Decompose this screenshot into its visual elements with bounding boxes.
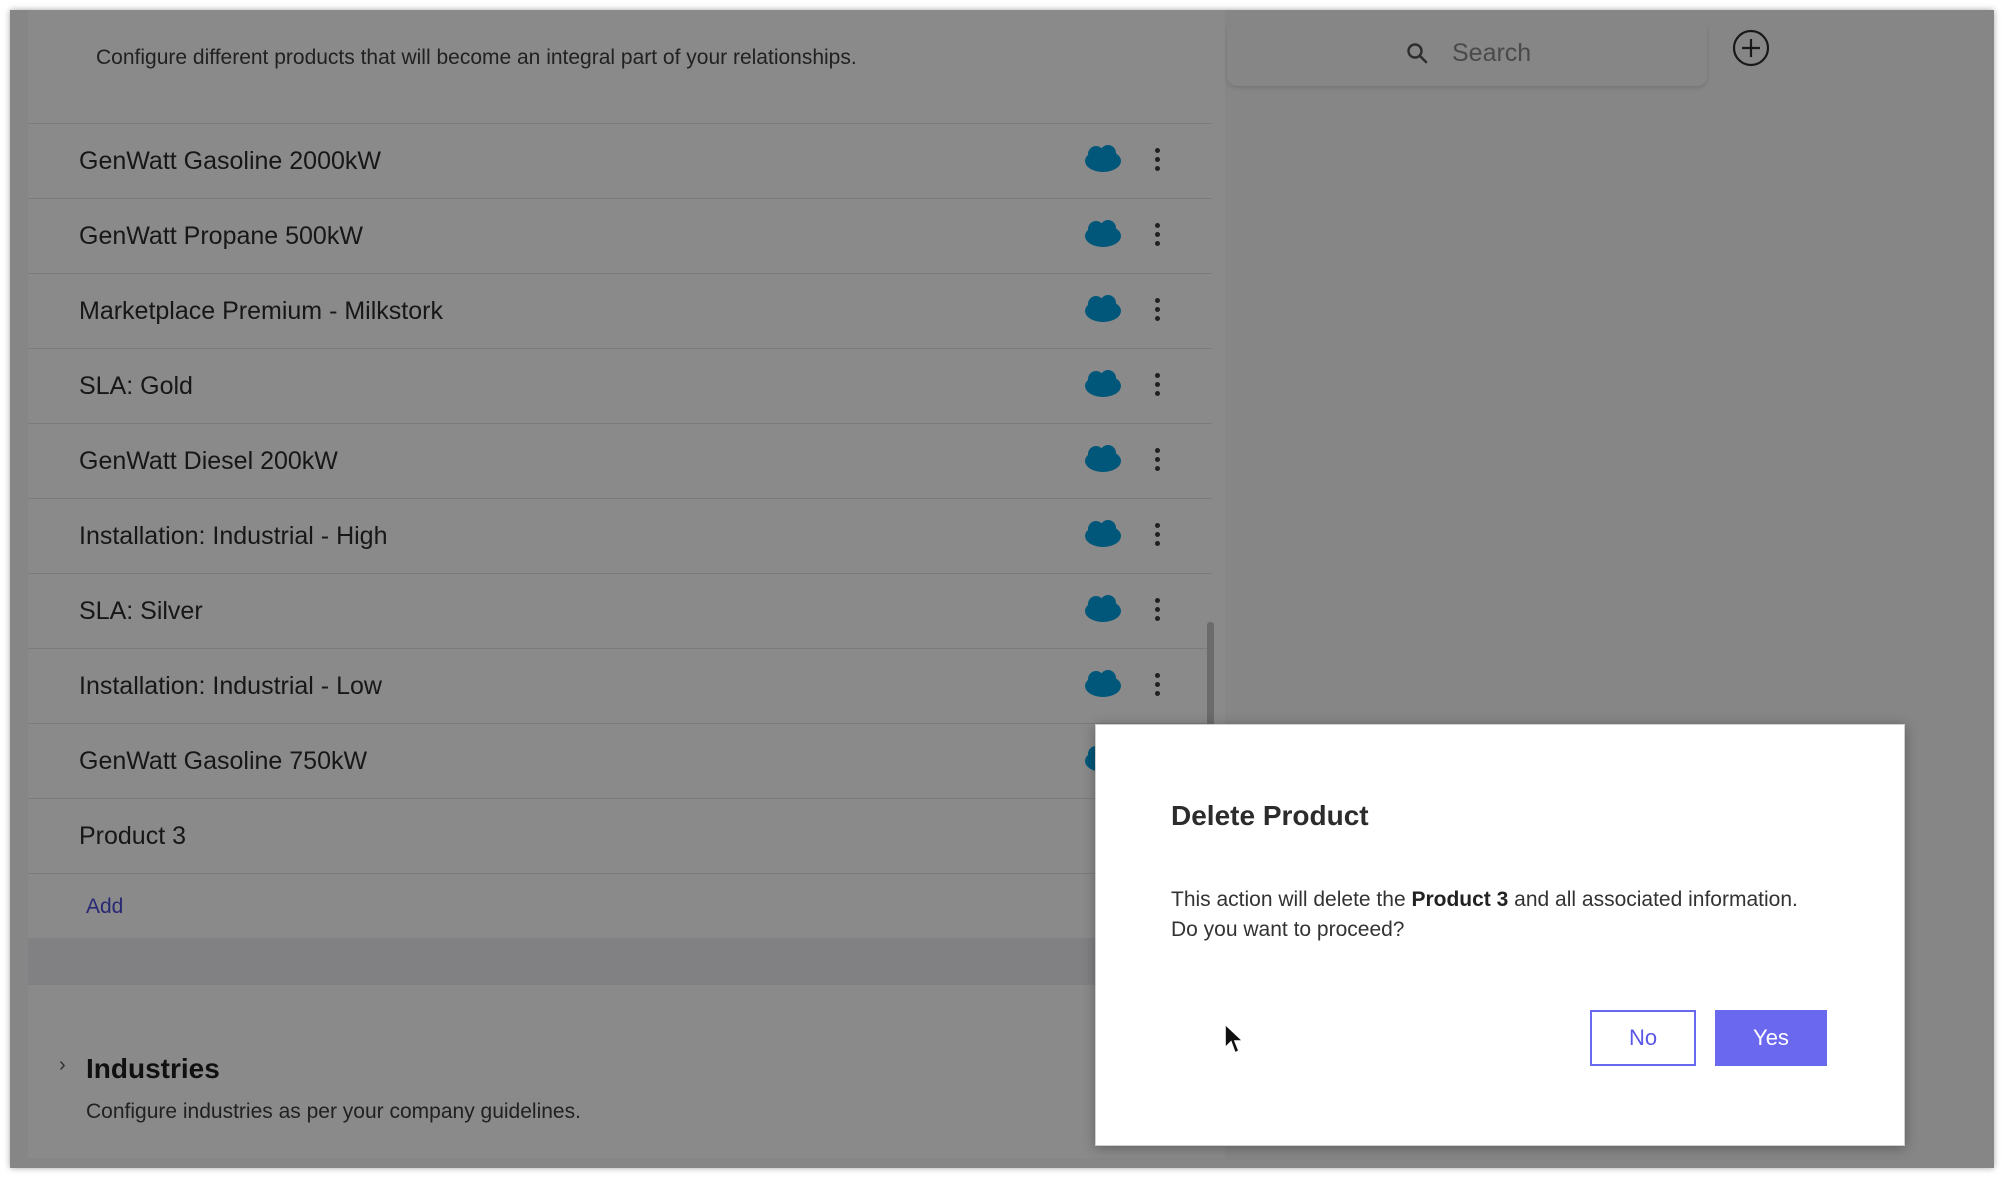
no-button[interactable]: No bbox=[1590, 1010, 1696, 1066]
dialog-title: Delete Product bbox=[1171, 800, 1369, 831]
app-window: Configure different products that will b… bbox=[10, 10, 1994, 1168]
message-product-name: Product 3 bbox=[1411, 888, 1509, 911]
delete-product-dialog: Delete Product This action will delete t… bbox=[1095, 724, 1905, 1146]
message-prefix: This action will delete the bbox=[1171, 888, 1406, 911]
message-question: Do you want to proceed? bbox=[1171, 918, 1405, 941]
yes-button[interactable]: Yes bbox=[1715, 1010, 1827, 1066]
message-suffix: and all associated information. bbox=[1514, 888, 1798, 911]
dialog-message: This action will delete the Product 3 an… bbox=[1171, 885, 1871, 945]
mouse-cursor-icon bbox=[1224, 1022, 1245, 1055]
